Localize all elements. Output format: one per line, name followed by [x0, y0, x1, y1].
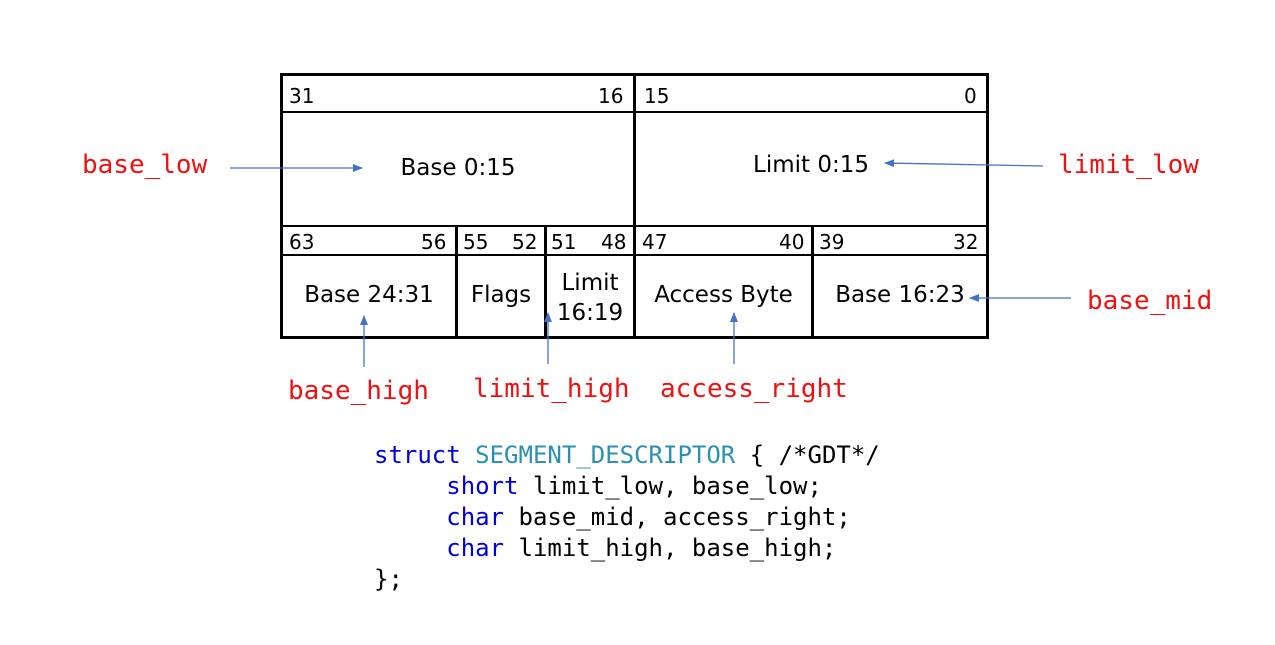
code-keyword-struct: struct [374, 441, 461, 469]
bit-32: 32 [953, 230, 979, 254]
bit-51: 51 [551, 230, 577, 254]
bit-16: 16 [598, 84, 624, 108]
field-base-16-23: Base 16:23 [835, 282, 965, 308]
code-keyword-char-1: char [446, 503, 505, 531]
code-block: struct SEGMENT_DESCRIPTOR { /*GDT*/ shor… [374, 440, 880, 595]
field-base-0-15: Base 0:15 [400, 155, 516, 181]
code-line3-rest: base_mid, access_right; [504, 503, 851, 531]
field-access-byte: Access Byte [654, 282, 793, 308]
bit-63: 63 [289, 230, 315, 254]
field-limit-16-19: Limit 16:19 [556, 270, 624, 326]
field-limit-0-15: Limit 0:15 [753, 152, 869, 178]
bit-31: 31 [289, 84, 315, 108]
annotation-limit-high: limit_high [473, 374, 630, 404]
code-line1-rest: { /*GDT*/ [735, 441, 880, 469]
annotation-base-high: base_high [288, 376, 429, 406]
bit-55: 55 [463, 230, 489, 254]
code-line5: }; [374, 565, 403, 593]
code-type-name: SEGMENT_DESCRIPTOR [475, 441, 736, 469]
bit-47: 47 [642, 230, 668, 254]
gdt-diagram: 31 16 15 0 Base 0:15 Limit 0:15 63 56 55… [0, 0, 1275, 645]
code-keyword-char-2: char [446, 534, 505, 562]
annotation-base-mid: base_mid [1087, 286, 1213, 316]
code-line4-rest: limit_high, base_high; [504, 534, 837, 562]
bit-39: 39 [819, 230, 845, 254]
bit-0: 0 [964, 84, 977, 108]
bit-48: 48 [601, 230, 627, 254]
annotation-base-low: base_low [82, 150, 208, 180]
bit-15: 15 [644, 84, 670, 108]
annotation-limit-low: limit_low [1058, 150, 1199, 180]
code-line2-rest: limit_low, base_low; [518, 472, 822, 500]
code-keyword-short: short [446, 472, 519, 500]
field-flags: Flags [470, 282, 532, 308]
bit-56: 56 [421, 230, 447, 254]
field-base-24-31: Base 24:31 [304, 282, 434, 308]
annotation-access-right: access_right [660, 374, 848, 404]
bit-40: 40 [779, 230, 805, 254]
bit-52: 52 [512, 230, 538, 254]
